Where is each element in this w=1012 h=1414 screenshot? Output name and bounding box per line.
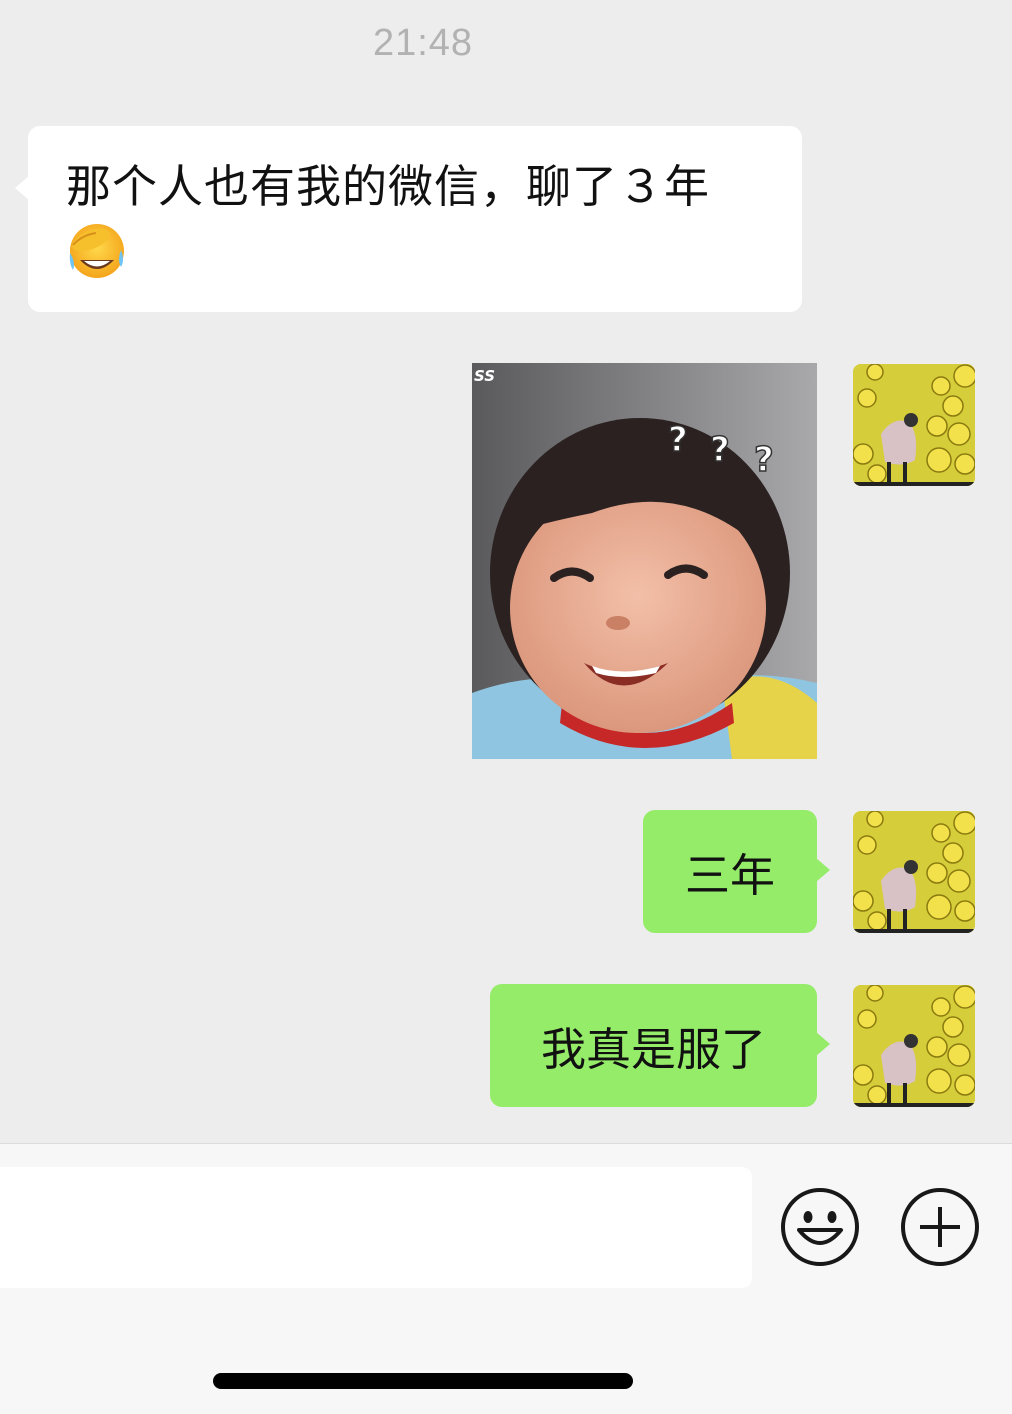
svg-text:?: ? — [710, 430, 730, 470]
smiley-icon — [781, 1188, 859, 1266]
message-text: 那个人也有我的微信，聊了３年 — [66, 160, 711, 213]
plus-circle-icon — [901, 1188, 979, 1266]
more-button[interactable] — [899, 1186, 981, 1268]
svg-text:?: ? — [668, 420, 688, 460]
message-timestamp: 21:48 — [372, 22, 474, 64]
message-input[interactable] — [0, 1167, 752, 1288]
incoming-message-bubble[interactable]: 那个人也有我的微信，聊了３年 — [15, 126, 802, 312]
home-indicator[interactable] — [213, 1373, 633, 1389]
user-avatar[interactable] — [853, 364, 975, 486]
face-with-hand-over-eyes-emoji — [66, 220, 126, 296]
message-text: 三年 — [684, 849, 775, 902]
message-text: 我真是服了 — [540, 1023, 766, 1076]
emoji-button[interactable] — [779, 1186, 861, 1268]
user-avatar[interactable] — [853, 811, 975, 933]
outgoing-message-bubble[interactable]: 三年 — [643, 810, 830, 933]
user-avatar[interactable] — [853, 985, 975, 1107]
outgoing-message-bubble[interactable]: 我真是服了 — [490, 984, 830, 1107]
svg-text:?: ? — [754, 440, 774, 480]
sticker-watermark: SS — [474, 367, 495, 385]
sticker-message-image[interactable]: ? ? ? SS — [472, 363, 817, 759]
